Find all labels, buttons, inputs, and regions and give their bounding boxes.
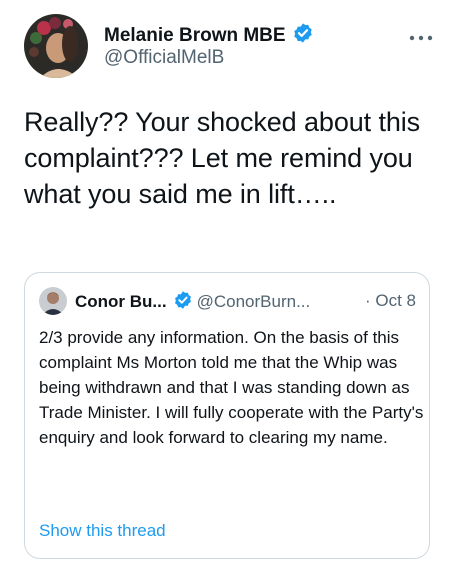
tweet-text: Really?? Your shocked about this complai… bbox=[24, 107, 421, 209]
quoted-display-name[interactable]: Conor Bu... bbox=[75, 292, 167, 311]
quoted-tweet-text: 2/3 provide any information. On the basi… bbox=[39, 328, 424, 447]
author-avatar[interactable] bbox=[24, 14, 88, 78]
author-handle[interactable]: @OfficialMelB bbox=[104, 47, 224, 69]
quoted-handle[interactable]: @ConorBurn... bbox=[197, 292, 311, 311]
quoted-tweet-header: Conor Bu... @ConorBurn... · Oct 8 bbox=[75, 290, 416, 316]
verified-badge-icon bbox=[173, 290, 193, 316]
quoted-date[interactable]: · Oct 8 bbox=[365, 290, 416, 312]
quoted-author-avatar[interactable] bbox=[39, 287, 67, 315]
author-display-name[interactable]: Melanie Brown MBE bbox=[104, 22, 314, 50]
quoted-tweet-card[interactable]: Conor Bu... @ConorBurn... · Oct 8 2/3 prov… bbox=[24, 272, 430, 559]
more-options-icon[interactable] bbox=[407, 30, 435, 41]
display-name-text[interactable]: Melanie Brown MBE bbox=[104, 25, 286, 46]
show-thread-link[interactable]: Show this thread bbox=[39, 520, 166, 542]
verified-badge-icon bbox=[292, 22, 314, 50]
